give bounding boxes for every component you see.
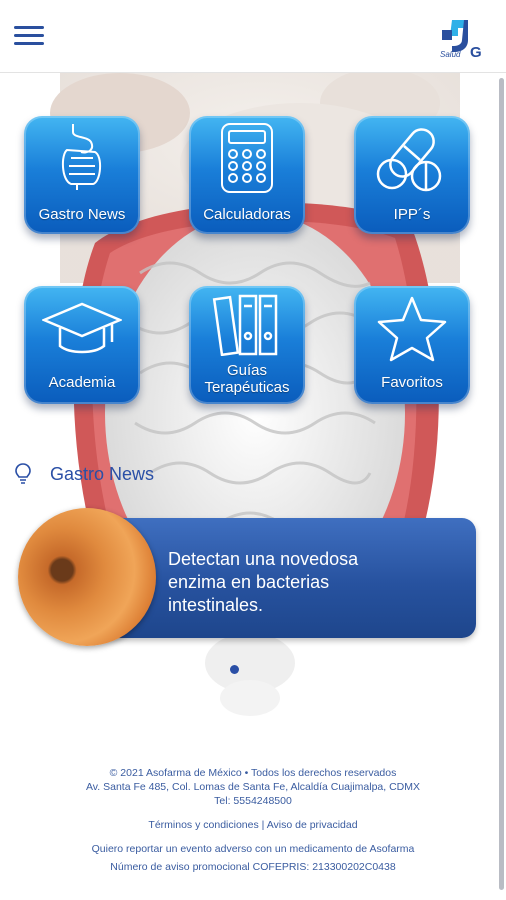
svg-text:Salud: Salud xyxy=(440,50,461,59)
news-card-title: Detectan una novedosa enzima en bacteria… xyxy=(168,549,359,615)
gastro-news-section-header: Gastro News xyxy=(14,462,154,486)
tile-label: Calculadoras xyxy=(203,206,291,223)
graduation-cap-icon xyxy=(42,302,122,354)
hamburger-menu-icon[interactable] xyxy=(14,24,46,48)
tile-label: IPP´s xyxy=(393,206,431,223)
link-separator: | xyxy=(258,819,267,831)
bacteria-image xyxy=(18,508,156,646)
tile-academia[interactable]: Academia xyxy=(24,286,140,404)
intestine-icon xyxy=(61,124,101,190)
svg-text:G: G xyxy=(470,44,482,60)
binders-icon xyxy=(212,294,278,356)
report-adverse-event-link[interactable]: Quiero reportar un evento adverso con un… xyxy=(0,842,506,856)
pills-icon xyxy=(376,128,442,192)
tile-label: Academia xyxy=(48,374,116,391)
privacy-link[interactable]: Aviso de privacidad xyxy=(267,819,358,831)
tile-label: Guías Terapéuticas xyxy=(204,362,290,396)
news-card[interactable]: Detectan una novedosa enzima en bacteria… xyxy=(18,508,476,646)
lightbulb-icon xyxy=(15,463,31,484)
cofepris-text: Número de aviso promocional COFEPRIS: 21… xyxy=(110,861,396,873)
calculator-icon xyxy=(221,123,273,193)
tile-favoritos[interactable]: Favoritos xyxy=(354,286,470,404)
vertical-scrollbar[interactable] xyxy=(499,78,504,890)
tile-calculadoras[interactable]: Calculadoras xyxy=(189,116,305,234)
tile-label: Gastro News xyxy=(38,206,126,223)
section-title[interactable]: Gastro News xyxy=(50,464,154,485)
terms-link[interactable]: Términos y condiciones xyxy=(148,819,258,831)
footer: © 2021 Asofarma de México • Todos los de… xyxy=(0,766,506,874)
app-header: Salud G xyxy=(0,0,506,73)
star-icon xyxy=(377,296,447,362)
carousel-dot-active[interactable] xyxy=(230,665,239,674)
tile-label: Favoritos xyxy=(381,374,443,391)
phone-text: Tel: 5554248500 xyxy=(214,795,292,807)
copyright-text: © 2021 Asofarma de México • Todos los de… xyxy=(109,767,397,779)
address-text: Av. Santa Fe 485, Col. Lomas de Santa Fe… xyxy=(85,781,421,793)
tile-ipps[interactable]: IPP´s xyxy=(354,116,470,234)
tile-gastro-news[interactable]: Gastro News xyxy=(24,116,140,234)
salud-g-logo[interactable]: Salud G xyxy=(440,16,492,60)
tile-guias-terapeuticas[interactable]: Guías Terapéuticas xyxy=(189,286,305,404)
